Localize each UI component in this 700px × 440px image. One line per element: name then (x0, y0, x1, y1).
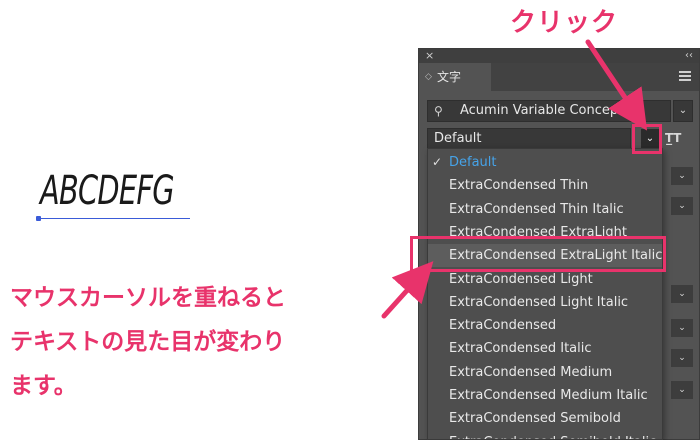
callout-arrows (381, 39, 648, 319)
click-arrow (585, 39, 648, 131)
hover-arrow (381, 261, 434, 319)
